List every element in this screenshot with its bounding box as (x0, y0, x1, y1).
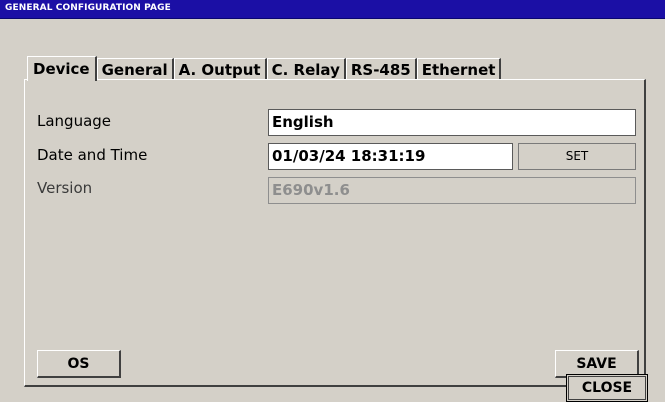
language-field[interactable]: English (268, 109, 636, 136)
tab-strip: Device General A. Output C. Relay RS-485… (27, 56, 502, 81)
set-button[interactable]: SET (518, 143, 636, 170)
version-field: E690v1.6 (268, 177, 636, 204)
config-window: Device General A. Output C. Relay RS-485… (0, 19, 665, 402)
tab-analog-output[interactable]: A. Output (173, 58, 267, 80)
os-button[interactable]: OS (37, 350, 121, 378)
language-label: Language (37, 112, 112, 130)
version-label: Version (37, 179, 93, 197)
tab-rs485[interactable]: RS-485 (345, 58, 417, 80)
device-panel: Language English Date and Time 01/03/24 … (24, 79, 646, 387)
tab-ethernet[interactable]: Ethernet (416, 58, 502, 80)
tab-general[interactable]: General (96, 58, 174, 80)
tab-contact-relay[interactable]: C. Relay (266, 58, 346, 80)
tab-device[interactable]: Device (27, 56, 97, 81)
datetime-field[interactable]: 01/03/24 18:31:19 (268, 143, 513, 170)
close-button[interactable]: CLOSE (566, 374, 648, 402)
datetime-label: Date and Time (37, 146, 148, 164)
window-title: GENERAL CONFIGURATION PAGE (5, 3, 171, 13)
title-bar: GENERAL CONFIGURATION PAGE (0, 0, 665, 19)
